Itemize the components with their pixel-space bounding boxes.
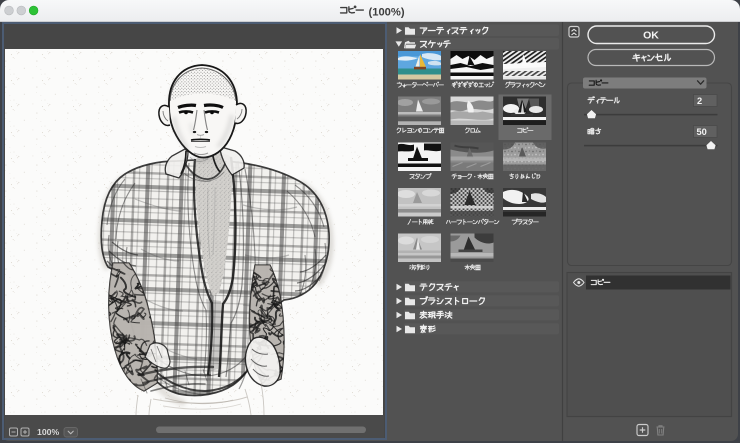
svg-text:2: 2 xyxy=(697,96,702,106)
svg-text:50: 50 xyxy=(697,127,707,137)
svg-text:(100%): (100%) xyxy=(369,6,405,18)
svg-text:100%: 100% xyxy=(37,427,59,437)
svg-text:OK: OK xyxy=(643,30,659,42)
